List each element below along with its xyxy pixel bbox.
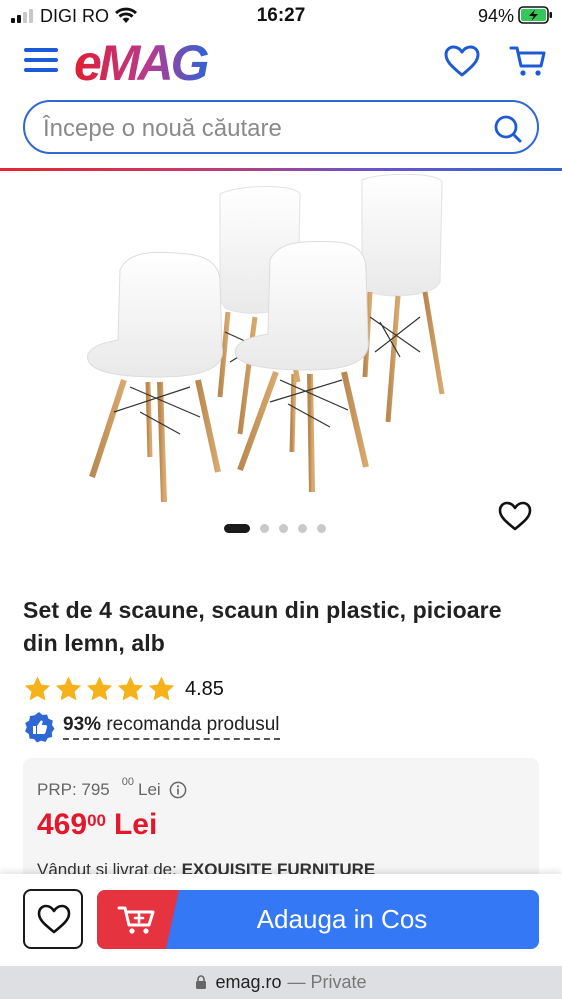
info-icon[interactable] <box>169 781 187 799</box>
search-icon[interactable] <box>493 114 523 144</box>
recommend-row[interactable]: 93% recomanda produsul <box>23 711 280 743</box>
product-favorite-heart-icon[interactable] <box>497 500 533 532</box>
url-domain: emag.ro <box>215 972 282 992</box>
price-integer: 469 <box>37 808 88 841</box>
star-icon <box>117 676 144 701</box>
product-rating[interactable]: 4.85 <box>23 674 224 704</box>
thumbs-up-badge-icon <box>25 712 55 743</box>
battery-percent: 94% <box>477 6 514 26</box>
star-icon <box>24 676 51 701</box>
gallery-dot[interactable] <box>298 524 307 533</box>
gallery-dot[interactable] <box>317 524 326 533</box>
lock-icon <box>196 975 207 989</box>
product-gallery[interactable] <box>0 172 562 562</box>
prp-price: PRP: 795 00 Lei <box>37 776 187 800</box>
prp-decimals: 00 <box>121 776 135 788</box>
price-decimals: 00 <box>87 811 106 830</box>
battery-charging-icon <box>518 6 552 24</box>
favorites-heart-icon[interactable] <box>443 44 481 78</box>
private-mode-label: — Private <box>287 972 367 992</box>
add-to-favorites-button[interactable] <box>23 889 83 949</box>
recommend-percent: 93% <box>63 714 102 735</box>
add-to-cart-label: Adauga in Cos <box>256 904 428 934</box>
sticky-cart-bar: Adauga in Cos <box>0 874 562 966</box>
gallery-dot[interactable] <box>279 524 288 533</box>
gallery-pagination <box>224 524 326 533</box>
star-icon <box>148 676 175 701</box>
star-icon <box>55 676 82 701</box>
add-to-cart-button[interactable]: Adauga in Cos <box>97 890 539 949</box>
product-image[interactable] <box>80 172 460 512</box>
price-currency: Lei <box>113 808 158 841</box>
header: eMAG <box>0 30 562 171</box>
current-price: 469 00 Lei <box>37 808 157 842</box>
rating-value: 4.85 <box>185 677 224 700</box>
gallery-dot[interactable] <box>224 524 250 533</box>
star-icon <box>86 676 113 701</box>
svg-text:eMAG: eMAG <box>74 36 209 88</box>
status-bar: DIGI RO 16:27 94% <box>0 0 562 30</box>
rating-stars <box>23 675 176 703</box>
cart-icon[interactable] <box>509 44 547 78</box>
add-cart-icon <box>117 906 155 934</box>
price-box: PRP: 795 00 Lei 469 00 Lei Vândut și liv… <box>23 758 539 888</box>
header-gradient-divider <box>0 168 562 171</box>
search-bar[interactable] <box>23 100 539 154</box>
gallery-dot[interactable] <box>260 524 269 533</box>
browser-url-bar[interactable]: emag.ro — Private <box>0 966 562 999</box>
menu-button[interactable] <box>24 46 58 74</box>
prp-currency: Lei <box>138 780 161 799</box>
search-input[interactable] <box>43 114 483 144</box>
recommend-text[interactable]: 93% recomanda produsul <box>63 714 280 740</box>
prp-label: PRP: 795 <box>37 780 110 799</box>
emag-logo[interactable]: eMAG <box>74 36 226 88</box>
recommend-label: recomanda produsul <box>106 714 280 735</box>
heart-icon <box>37 904 71 934</box>
product-title: Set de 4 scaune, scaun din plastic, pici… <box>23 597 502 656</box>
